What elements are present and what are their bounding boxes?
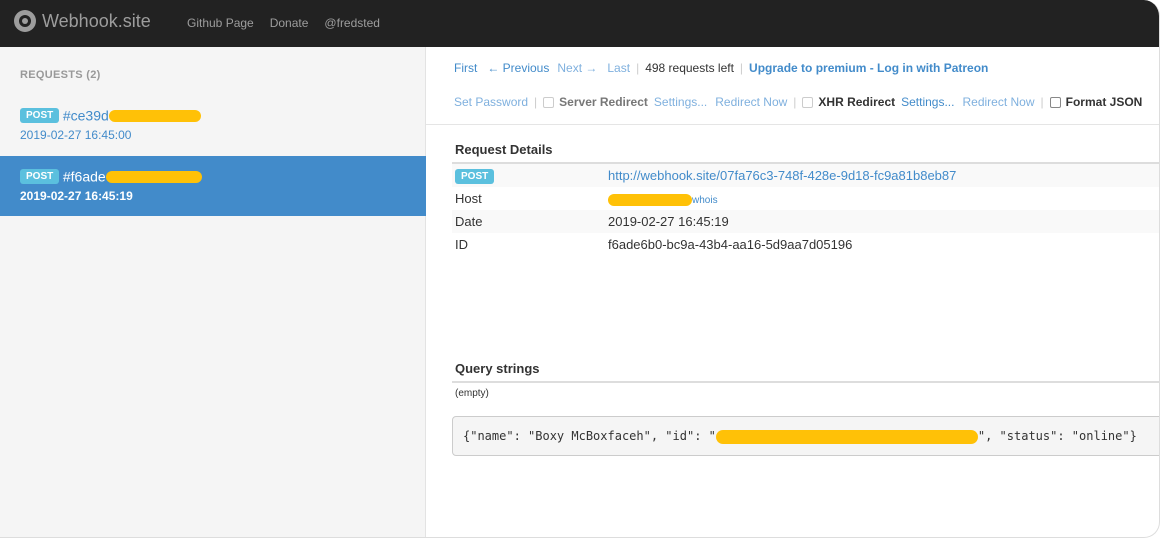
options-bar: Set Password | Server Redirect Settings.… <box>454 95 1142 109</box>
previous-link[interactable]: ← Previous <box>487 61 549 75</box>
format-json-checkbox[interactable] <box>1049 96 1061 108</box>
method-badge: POST <box>20 169 60 185</box>
next-link[interactable]: Next → <box>557 61 597 75</box>
redaction-mark <box>715 429 978 444</box>
query-divider <box>452 381 1159 383</box>
table-row: ID f6ade6b0-bc9a-43b4-aa16-5d9aa7d05196 <box>452 233 1159 256</box>
redaction-mark <box>105 170 202 183</box>
format-json-label: Format JSON <box>1065 95 1143 109</box>
request-details-table: POST http://webhook.site/07fa76c3-748f-4… <box>452 162 1159 256</box>
method-badge: POST <box>455 168 495 184</box>
id-value: f6ade6b0-bc9a-43b4-aa16-5d9aa7d05196 <box>608 237 853 252</box>
nav-link-twitter[interactable]: @fredsted <box>324 16 380 30</box>
request-item-selected[interactable]: POST #f6ade 2019-02-27 16:45:19 <box>0 156 426 216</box>
table-row: POST http://webhook.site/07fa76c3-748f-4… <box>452 164 1159 187</box>
brand-title: Webhook.site <box>42 10 151 31</box>
webhook-logo-icon <box>14 10 36 32</box>
request-id: #ce39d <box>62 107 109 124</box>
separator: | <box>534 95 538 109</box>
request-time: 2019-02-27 16:45:19 <box>20 188 133 203</box>
xhr-redirect-now-link[interactable]: Redirect Now <box>962 95 1034 109</box>
requests-left: 498 requests left <box>645 61 734 75</box>
body-prefix: {"name": "Boxy McBoxfaceh", "id": " <box>463 429 716 443</box>
nav-link-donate[interactable]: Donate <box>270 16 309 30</box>
id-label: ID <box>455 237 468 252</box>
xhr-redirect-label: XHR Redirect <box>818 95 896 109</box>
date-label: Date <box>455 214 483 229</box>
host-label: Host <box>455 191 482 206</box>
whois-link[interactable]: whois <box>692 195 718 206</box>
nav-links: Github Page Donate @fredsted <box>187 16 396 30</box>
request-item[interactable]: POST #ce39d 2019-02-27 16:45:00 <box>0 95 426 155</box>
redaction-mark <box>108 109 201 122</box>
set-password-link[interactable]: Set Password <box>454 95 528 109</box>
top-navbar: Webhook.site Github Page Donate @fredste… <box>0 0 1159 47</box>
separator: | <box>1040 95 1044 109</box>
xhr-redirect-settings-link[interactable]: Settings... <box>901 95 954 109</box>
query-empty: (empty) <box>455 388 489 399</box>
requests-header: REQUESTS (2) <box>20 69 101 81</box>
request-id: #f6ade <box>62 168 106 185</box>
server-redirect-settings-link[interactable]: Settings... <box>654 95 707 109</box>
body-suffix: ", "status": "online"} <box>977 429 1137 443</box>
redaction-mark <box>608 193 692 206</box>
nav-link-github[interactable]: Github Page <box>187 16 254 30</box>
table-row: Date 2019-02-27 16:45:19 <box>452 210 1159 233</box>
pagination-bar: First ← Previous Next → Last | 498 reque… <box>454 61 988 75</box>
request-time: 2019-02-27 16:45:00 <box>20 127 132 142</box>
table-row: Host whois <box>452 187 1159 210</box>
xhr-redirect-checkbox[interactable] <box>802 96 814 108</box>
last-link[interactable]: Last <box>607 61 630 75</box>
upgrade-link[interactable]: Upgrade to premium - Log in with Patreon <box>749 61 988 75</box>
requests-sidebar: REQUESTS (2) POST #ce39d 2019-02-27 16:4… <box>0 47 426 537</box>
request-details-title: Request Details <box>455 142 553 157</box>
separator: | <box>739 61 744 75</box>
date-value: 2019-02-27 16:45:19 <box>608 214 729 229</box>
first-link[interactable]: First <box>454 61 477 75</box>
request-body: {"name": "Boxy McBoxfaceh", "id": " ", "s… <box>452 416 1159 456</box>
server-redirect-now-link[interactable]: Redirect Now <box>715 95 787 109</box>
method-badge: POST <box>20 108 60 124</box>
app-window: Webhook.site Github Page Donate @fredste… <box>0 0 1160 538</box>
separator: | <box>793 95 797 109</box>
separator: | <box>636 61 640 75</box>
server-redirect-label: Server Redirect <box>559 95 648 109</box>
server-redirect-checkbox[interactable] <box>543 96 555 108</box>
brand[interactable]: Webhook.site <box>14 10 151 32</box>
request-url-link[interactable]: http://webhook.site/07fa76c3-748f-428e-9… <box>608 168 956 183</box>
query-strings-title: Query strings <box>455 361 540 376</box>
toolbar-divider <box>426 124 1159 125</box>
